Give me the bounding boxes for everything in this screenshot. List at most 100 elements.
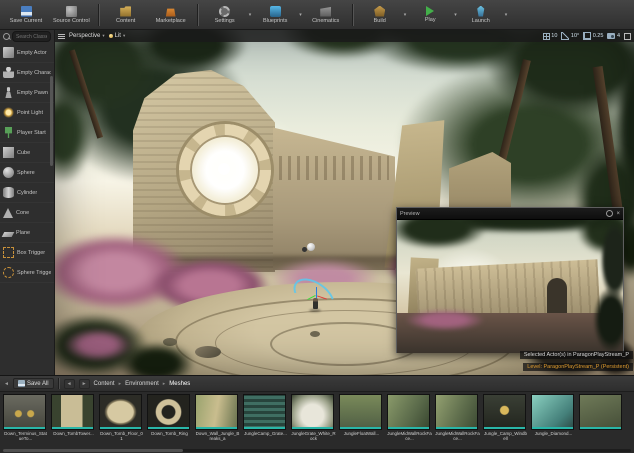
place-item-empty-pawn[interactable]: Empty Pawn	[0, 83, 54, 103]
asset-grid: Down_Terminus_StatueTo... Down_TombTower…	[0, 392, 634, 452]
asset-type-stripe	[244, 427, 285, 429]
asset-tile[interactable]: Down_Terminus_StatueTo...	[3, 394, 48, 450]
box-trigger-icon	[3, 247, 14, 258]
breadcrumb-separator-icon: ▸	[118, 380, 122, 387]
toolbar-play-button[interactable]: Play	[408, 0, 452, 30]
asset-thumbnail	[483, 394, 526, 430]
preview-tree-canopy	[397, 220, 623, 260]
asset-thumbnail	[579, 394, 622, 430]
pin-icon[interactable]	[606, 210, 614, 217]
camera-preview-window[interactable]: Preview ×	[396, 207, 624, 353]
place-actors-search-row	[0, 30, 54, 43]
chevron-down-icon[interactable]: ▾	[298, 12, 303, 18]
chevron-down-icon[interactable]: ▾	[248, 12, 253, 18]
asset-thumbnail	[195, 394, 238, 430]
empty-pawn-icon	[5, 87, 12, 98]
chevron-down-icon[interactable]: ▾	[403, 12, 408, 18]
lit-dropdown[interactable]: Lit ▾	[108, 33, 126, 39]
preview-title: Preview	[400, 210, 420, 217]
chevron-down-icon[interactable]: ▾	[504, 12, 509, 18]
toolbar-cinematics-button[interactable]: Cinematics	[304, 0, 348, 30]
asset-tile[interactable]: Jungle_Diamond...	[531, 394, 576, 450]
asset-tile[interactable]: Down_Wall_Jungle_Breaks_a	[195, 394, 240, 450]
place-item-empty-actor[interactable]: Empty Actor	[0, 43, 54, 63]
history-back-button[interactable]: ◄	[63, 378, 75, 389]
scale-snap-control[interactable]: 0.25	[583, 32, 603, 40]
asset-thumbnail	[291, 394, 334, 430]
asset-tile[interactable]: JungleMidWallRockFace...	[387, 394, 432, 450]
toolbar-build-button[interactable]: Build	[358, 0, 402, 30]
toolbar-source-control-button[interactable]: Source Control	[49, 0, 94, 30]
toolbar-marketplace-button[interactable]: Marketplace	[149, 0, 193, 30]
place-panel-scrollbar[interactable]	[50, 76, 53, 166]
dock-collapse-icon[interactable]: ◄	[4, 381, 9, 387]
scrollbar-thumb[interactable]	[3, 449, 183, 452]
level-viewport[interactable]: Perspective ▾ Lit ▾ 10 10° 0.25 4 Previe…	[55, 30, 634, 375]
asset-type-stripe	[532, 427, 573, 429]
asset-tile[interactable]: Jungle_Camp_Windbell	[483, 394, 528, 450]
breadcrumb-content[interactable]: Content	[94, 381, 115, 387]
move-snap-control[interactable]: 10	[542, 32, 557, 40]
asset-type-stripe	[436, 427, 477, 429]
content-browser-scrollbar[interactable]	[3, 449, 631, 452]
place-item-cylinder[interactable]: Cylinder	[0, 183, 54, 203]
toolbar-launch-button[interactable]: Launch	[459, 0, 503, 30]
chevron-down-icon: ▾	[102, 33, 105, 38]
status-selected-actors: Selected Actor(s) in ParagonPlayStream_P	[519, 351, 633, 359]
asset-tile[interactable]	[579, 394, 624, 450]
empty-actor-icon	[3, 47, 14, 58]
place-item-plane[interactable]: Plane	[0, 223, 54, 243]
search-icon	[3, 33, 10, 40]
place-item-box-trigger[interactable]: Box Trigger	[0, 243, 54, 263]
grid-snap-icon	[542, 32, 550, 40]
asset-thumbnail	[3, 394, 46, 430]
camera-speed-control[interactable]: 4	[607, 33, 620, 39]
asset-thumbnail	[435, 394, 478, 430]
asset-tile[interactable]: JungleFloatWall...	[339, 394, 384, 450]
asset-tile[interactable]: JungleGrate_White_Rock	[291, 394, 336, 450]
chevron-down-icon: ▾	[122, 33, 126, 38]
place-item-cube[interactable]: Cube	[0, 143, 54, 163]
breadcrumb-separator-icon: ▸	[162, 380, 166, 387]
maximize-viewport-icon[interactable]	[624, 32, 631, 40]
search-classes-input[interactable]	[12, 31, 51, 42]
breadcrumb-environment[interactable]: Environment	[125, 381, 159, 387]
place-item-sphere[interactable]: Sphere	[0, 163, 54, 183]
place-item-sphere-trigger[interactable]: Sphere Trigger	[0, 263, 54, 283]
asset-tile[interactable]: Down_TombTower...	[51, 394, 96, 450]
sphere-trigger-icon	[3, 267, 14, 278]
asset-tile[interactable]: Down_Tomb_Ring	[147, 394, 192, 450]
asset-type-stripe	[484, 427, 525, 429]
toolbar-blueprints-button[interactable]: Blueprints	[253, 0, 297, 30]
close-icon[interactable]: ×	[616, 211, 620, 217]
breadcrumb-meshes[interactable]: Meshes	[169, 381, 190, 387]
rotation-snap-control[interactable]: 10°	[561, 32, 579, 40]
asset-type-stripe	[148, 427, 189, 429]
toolbar-save-current-button[interactable]: Save Current	[4, 0, 48, 30]
toolbar-content-button[interactable]: Content	[104, 0, 148, 30]
toolbar-settings-button[interactable]: Settings	[203, 0, 247, 30]
asset-tile[interactable]: Down_Tomb_Floor_01	[99, 394, 144, 450]
chevron-down-icon[interactable]: ▾	[453, 12, 458, 18]
build-icon	[374, 5, 386, 17]
viewport-options-menu-icon[interactable]	[58, 33, 65, 39]
point-light-icon	[3, 107, 14, 118]
asset-tile[interactable]: JungleCamp_Grate...	[243, 394, 288, 450]
asset-tile[interactable]: JungleMidWallRockFace...	[435, 394, 480, 450]
asset-type-stripe	[580, 427, 621, 429]
history-forward-button[interactable]: ►	[78, 378, 90, 389]
preview-scene	[397, 220, 623, 353]
asset-type-stripe	[100, 427, 141, 429]
asset-thumbnail	[387, 394, 430, 430]
preview-title-bar[interactable]: Preview ×	[397, 208, 623, 220]
place-item-player-start[interactable]: Player Start	[0, 123, 54, 143]
perspective-dropdown[interactable]: Perspective ▾	[69, 33, 105, 39]
place-item-empty-character[interactable]: Empty Character	[0, 63, 54, 83]
plane-icon	[1, 231, 15, 237]
nav-separator	[57, 378, 60, 389]
asset-type-stripe	[52, 427, 93, 429]
place-item-point-light[interactable]: Point Light	[0, 103, 54, 123]
preview-tree-right	[593, 220, 623, 353]
save-all-button[interactable]: Save All	[12, 378, 54, 389]
place-item-cone[interactable]: Cone	[0, 203, 54, 223]
